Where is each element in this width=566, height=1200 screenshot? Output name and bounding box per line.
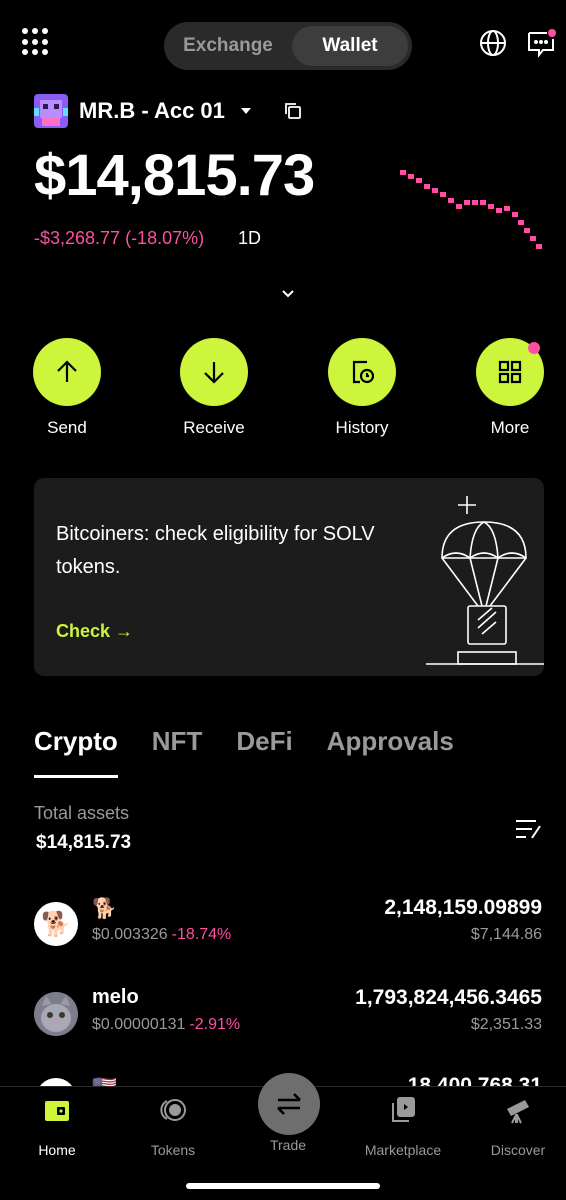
token-icon bbox=[36, 1078, 76, 1086]
chat-notification-icon[interactable] bbox=[526, 28, 556, 58]
asset-change: -18.74% bbox=[171, 926, 232, 943]
nav-tokens[interactable]: Tokens bbox=[118, 1095, 228, 1158]
nav-home[interactable]: Home bbox=[2, 1095, 112, 1158]
arrow-up-icon bbox=[57, 360, 77, 382]
asset-name: melo bbox=[92, 986, 139, 1008]
more-label: More bbox=[490, 418, 530, 437]
exchange-wallet-switch: Exchange Wallet bbox=[164, 22, 412, 70]
asset-name: 🇺🇸 bbox=[92, 1074, 117, 1086]
asset-amount: 18,400,768.31 bbox=[407, 1074, 542, 1086]
asset-name: 🐕 bbox=[92, 898, 117, 920]
segment-exchange[interactable]: Exchange bbox=[168, 26, 288, 66]
tab-approvals[interactable]: Approvals bbox=[327, 726, 454, 778]
asset-amount: 1,793,824,456.3465 bbox=[355, 986, 542, 1009]
nav-tokens-label: Tokens bbox=[150, 1142, 196, 1158]
grid-menu-icon[interactable] bbox=[22, 28, 50, 56]
nav-discover[interactable]: Discover bbox=[463, 1095, 566, 1158]
grid-more-icon bbox=[498, 360, 522, 384]
asset-tabs: Crypto NFT DeFi Approvals bbox=[34, 726, 488, 778]
marketplace-icon bbox=[392, 1097, 415, 1122]
account-selector[interactable]: MR.B - Acc 01 bbox=[34, 94, 303, 128]
receive-button[interactable]: Receive bbox=[164, 338, 264, 438]
nav-home-label: Home bbox=[38, 1142, 76, 1158]
nav-marketplace[interactable]: Marketplace bbox=[348, 1095, 458, 1158]
notification-dot bbox=[528, 342, 540, 354]
total-assets-label: Total assets bbox=[34, 803, 130, 823]
telescope-icon bbox=[507, 1100, 529, 1124]
account-name: MR.B - Acc 01 bbox=[79, 98, 225, 123]
asset-usd-value: $2,351.33 bbox=[470, 1016, 542, 1033]
asset-price: $0.00000131 -2.91% bbox=[92, 1016, 241, 1033]
send-button[interactable]: Send bbox=[17, 338, 117, 438]
history-label: History bbox=[335, 418, 389, 437]
portfolio-balance: $14,815.73 bbox=[34, 143, 315, 208]
promo-text: Bitcoiners: check eligibility for SOLV t… bbox=[56, 523, 375, 578]
trade-button[interactable] bbox=[258, 1073, 320, 1135]
nav-trade-label: Trade bbox=[269, 1137, 307, 1153]
asset-usd-value: $7,144.86 bbox=[470, 926, 542, 943]
history-button[interactable]: History bbox=[312, 338, 412, 438]
send-label: Send bbox=[47, 418, 87, 437]
chevron-down-icon[interactable] bbox=[240, 108, 251, 114]
receive-label: Receive bbox=[183, 418, 245, 437]
balance-change: -$3,268.77 (-18.07%) bbox=[34, 228, 205, 248]
nav-marketplace-label: Marketplace bbox=[364, 1142, 442, 1158]
tab-crypto[interactable]: Crypto bbox=[34, 726, 118, 778]
asset-row[interactable]: melo $0.00000131 -2.91% 1,793,824,456.346… bbox=[0, 986, 566, 1056]
total-assets-value: $14,815.73 bbox=[36, 832, 132, 853]
pixel-avatar-icon bbox=[34, 94, 68, 128]
chevron-down-icon[interactable] bbox=[280, 286, 296, 302]
nav-trade[interactable]: Trade bbox=[233, 1073, 343, 1153]
sort-filter-icon[interactable] bbox=[514, 818, 542, 840]
globe-icon[interactable] bbox=[478, 28, 508, 58]
asset-change: -2.91% bbox=[189, 1016, 241, 1033]
asset-row[interactable]: 🐕 🐕 $0.003326 -18.74% 2,148,159.09899 $7,… bbox=[0, 896, 566, 966]
dog-token-icon: 🐕 bbox=[34, 902, 78, 946]
bottom-nav: Home Tokens Trade Marketplace Discover bbox=[0, 1073, 566, 1200]
tab-defi[interactable]: DeFi bbox=[236, 726, 292, 778]
wallet-home-icon bbox=[45, 1101, 69, 1121]
top-bar: Exchange Wallet bbox=[0, 0, 566, 90]
asset-price: $0.003326 -18.74% bbox=[92, 926, 232, 943]
parachute-airdrop-icon bbox=[426, 496, 544, 665]
period-selector[interactable]: 1D bbox=[238, 228, 261, 249]
asset-amount: 2,148,159.09899 bbox=[384, 896, 542, 919]
history-icon bbox=[352, 360, 375, 384]
cat-token-icon bbox=[34, 992, 78, 1036]
home-indicator bbox=[186, 1183, 380, 1189]
swap-arrows-icon bbox=[277, 1093, 301, 1115]
promo-check-link[interactable]: Check → bbox=[56, 621, 133, 642]
more-button[interactable]: More bbox=[460, 338, 560, 438]
segment-wallet[interactable]: Wallet bbox=[292, 26, 408, 66]
nav-discover-label: Discover bbox=[490, 1142, 546, 1158]
tokens-icon bbox=[160, 1099, 186, 1121]
promo-card[interactable]: Bitcoiners: check eligibility for SOLV t… bbox=[34, 478, 544, 676]
quick-actions: Send Receive History More bbox=[0, 338, 566, 438]
trend-sparkline bbox=[400, 170, 542, 249]
copy-icon[interactable] bbox=[283, 101, 303, 121]
tab-nft[interactable]: NFT bbox=[152, 726, 203, 778]
arrow-down-icon bbox=[204, 362, 224, 384]
